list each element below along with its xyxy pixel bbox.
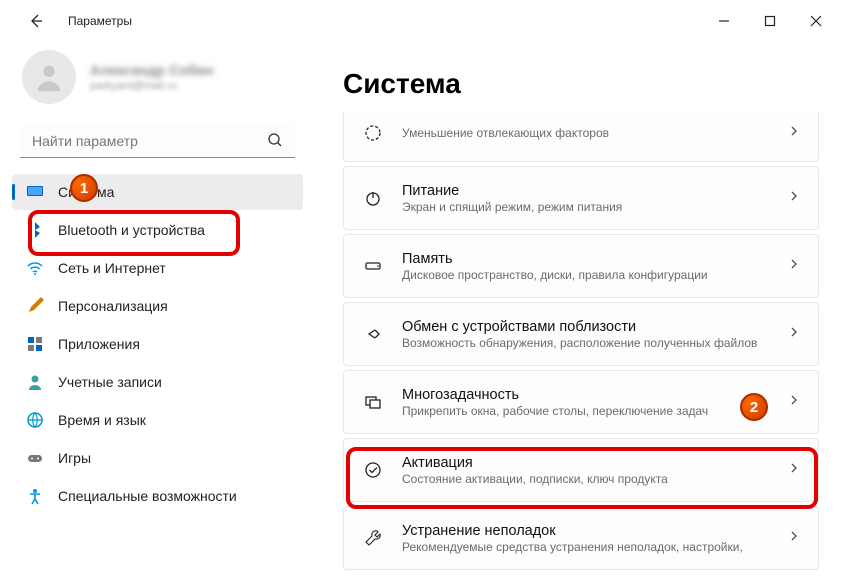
check-icon [362, 460, 384, 480]
chevron-right-icon [788, 325, 800, 343]
sidebar-item-apps[interactable]: Приложения [12, 326, 303, 362]
sidebar-item-globe[interactable]: Время и язык [12, 402, 303, 438]
window-title: Параметры [68, 14, 132, 28]
arrow-left-icon [28, 13, 44, 29]
sidebar-item-label: Специальные возможности [58, 488, 237, 504]
card-subtitle: Экран и спящий режим, режим питания [402, 200, 770, 214]
chevron-right-icon [788, 189, 800, 207]
card-focus[interactable]: Уменьшение отвлекающих факторов [343, 112, 819, 162]
wifi-icon [26, 259, 44, 277]
minimize-button[interactable] [701, 5, 747, 37]
multitask-icon [362, 392, 384, 412]
search-row [20, 124, 295, 158]
close-button[interactable] [793, 5, 839, 37]
card-storage[interactable]: ПамятьДисковое пространство, диски, прав… [343, 234, 819, 298]
sidebar-item-label: Время и язык [58, 412, 146, 428]
globe-icon [26, 411, 44, 429]
card-title: Устранение неполадок [402, 523, 770, 539]
storage-icon [362, 256, 384, 276]
card-text: ПамятьДисковое пространство, диски, прав… [402, 251, 770, 282]
nav: Система Bluetooth и устройства Сеть и Инте… [8, 172, 307, 587]
sidebar-item-bluetooth[interactable]: Bluetooth и устройства [12, 212, 303, 248]
page-title: Система [343, 68, 819, 100]
sidebar-item-label: Игры [58, 450, 91, 466]
user-name: Александр Собин [90, 62, 213, 78]
share-icon [362, 324, 384, 344]
card-text: МногозадачностьПрикрепить окна, рабочие … [402, 387, 770, 418]
power-icon [362, 188, 384, 208]
card-check[interactable]: АктивацияСостояние активации, подписки, … [343, 438, 819, 502]
card-title: Активация [402, 455, 770, 471]
back-button[interactable] [20, 5, 52, 37]
card-subtitle: Возможность обнаружения, расположение по… [402, 336, 770, 350]
chevron-right-icon [788, 529, 800, 547]
card-title: Обмен с устройствами поблизости [402, 319, 770, 335]
card-power[interactable]: ПитаниеЭкран и спящий режим, режим питан… [343, 166, 819, 230]
card-text: АктивацияСостояние активации, подписки, … [402, 455, 770, 486]
window-controls [701, 5, 839, 37]
sidebar-item-person[interactable]: Учетные записи [12, 364, 303, 400]
sidebar-item-label: Персонализация [58, 298, 168, 314]
user-email: parkyard@mail.ru [90, 80, 213, 92]
chevron-right-icon [788, 393, 800, 411]
card-title: Питание [402, 183, 770, 199]
card-text: Обмен с устройствами поблизостиВозможнос… [402, 319, 770, 350]
card-text: Устранение неполадокРекомендуемые средст… [402, 523, 770, 554]
sidebar-item-label: Учетные записи [58, 374, 162, 390]
chevron-right-icon [788, 124, 800, 142]
search-icon [267, 132, 283, 153]
card-subtitle: Рекомендуемые средства устранения непола… [402, 540, 770, 554]
chevron-right-icon [788, 461, 800, 479]
wrench-icon [362, 528, 384, 548]
titlebar: Параметры [0, 0, 847, 42]
card-title: Многозадачность [402, 387, 770, 403]
monitor-icon [26, 183, 44, 201]
card-share[interactable]: Обмен с устройствами поблизостиВозможнос… [343, 302, 819, 366]
focus-icon [362, 123, 384, 143]
sidebar-item-accessibility[interactable]: Специальные возможности [12, 478, 303, 514]
avatar [22, 50, 76, 104]
sidebar: Александр Собин parkyard@mail.ru Система… [0, 42, 315, 587]
search-input[interactable] [20, 124, 295, 158]
sidebar-item-monitor[interactable]: Система [12, 174, 303, 210]
sidebar-item-label: Система [58, 184, 114, 200]
chevron-right-icon [788, 257, 800, 275]
accessibility-icon [26, 487, 44, 505]
card-subtitle: Состояние активации, подписки, ключ прод… [402, 472, 770, 486]
sidebar-item-label: Сеть и Интернет [58, 260, 166, 276]
card-title: Память [402, 251, 770, 267]
bluetooth-icon [26, 221, 44, 239]
cards-list: Уменьшение отвлекающих факторов ПитаниеЭк… [343, 112, 819, 570]
card-subtitle: Прикрепить окна, рабочие столы, переключ… [402, 404, 770, 418]
sidebar-item-label: Bluetooth и устройства [58, 222, 205, 238]
card-wrench[interactable]: Устранение неполадокРекомендуемые средст… [343, 506, 819, 570]
apps-icon [26, 335, 44, 353]
sidebar-item-gamepad[interactable]: Игры [12, 440, 303, 476]
person-icon [26, 373, 44, 391]
card-text: Уменьшение отвлекающих факторов [402, 125, 770, 140]
card-text: ПитаниеЭкран и спящий режим, режим питан… [402, 183, 770, 214]
sidebar-item-brush[interactable]: Персонализация [12, 288, 303, 324]
sidebar-item-wifi[interactable]: Сеть и Интернет [12, 250, 303, 286]
sidebar-item-label: Приложения [58, 336, 140, 352]
card-subtitle: Дисковое пространство, диски, правила ко… [402, 268, 770, 282]
content: Система Уменьшение отвлекающих факторов П… [315, 42, 847, 587]
brush-icon [26, 297, 44, 315]
card-multitask[interactable]: МногозадачностьПрикрепить окна, рабочие … [343, 370, 819, 434]
gamepad-icon [26, 449, 44, 467]
maximize-button[interactable] [747, 5, 793, 37]
user-block[interactable]: Александр Собин parkyard@mail.ru [8, 42, 307, 120]
card-subtitle: Уменьшение отвлекающих факторов [402, 126, 770, 140]
